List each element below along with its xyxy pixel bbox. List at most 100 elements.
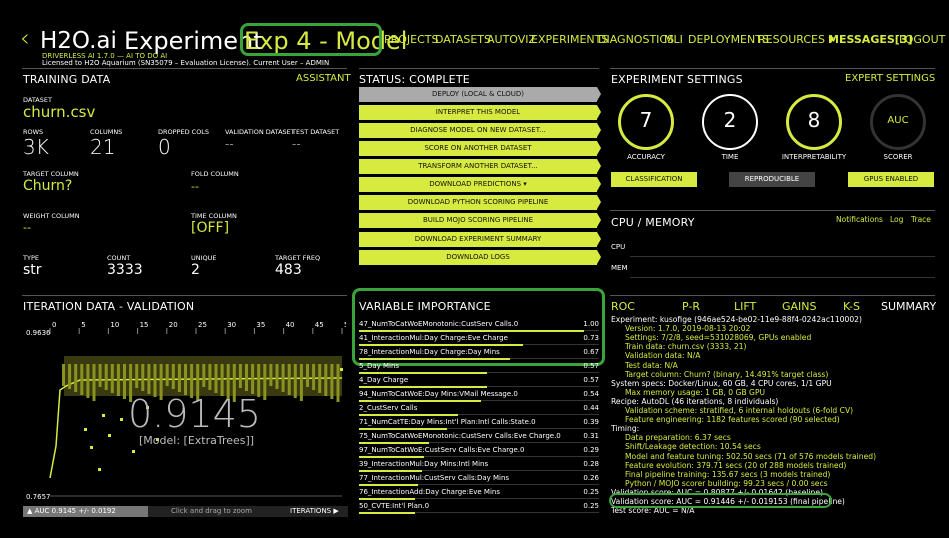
- gpus-enabled-tag[interactable]: GPUS ENABLED: [848, 172, 934, 187]
- variable-row[interactable]: 39_InteractionMul:Day Mins:Intl Mins 0.28: [359, 460, 599, 474]
- x-tick-label: 35: [256, 321, 265, 329]
- nav-logout[interactable]: LOGOUT: [899, 33, 945, 46]
- nav-experiments[interactable]: EXPERIMENTS: [531, 33, 608, 46]
- variable-row[interactable]: 94_NumToCatWoE:Day Mins:VMail Message.0 0…: [359, 390, 599, 404]
- tab-lift[interactable]: LIFT: [734, 300, 756, 313]
- iteration-bar: [312, 364, 316, 390]
- variable-row[interactable]: 78_InteractionMul:Day Charge:Day Mins 0.6…: [359, 348, 599, 362]
- target-column-value[interactable]: Churn?: [23, 178, 72, 194]
- iteration-point: [120, 418, 123, 421]
- iteration-bar: [238, 364, 242, 388]
- score-dataset-button[interactable]: SCORE ON ANOTHER DATASET: [359, 141, 601, 156]
- scorer-value[interactable]: AUC: [870, 115, 926, 126]
- tab-summary[interactable]: SUMMARY: [881, 300, 936, 313]
- nav-projects[interactable]: PROJECTS: [384, 33, 439, 46]
- summary-line: Validation data: N/A: [625, 351, 701, 361]
- interpret-model-button[interactable]: INTERPRET THIS MODEL: [359, 105, 601, 120]
- variable-value: 0.67: [583, 348, 599, 356]
- dropped-cols-value[interactable]: 0: [158, 135, 171, 159]
- variable-row[interactable]: 4_Day Charge 0.57: [359, 376, 599, 390]
- summary-line: Target column: Churn? (binary, 14.491% t…: [625, 369, 829, 379]
- log-link[interactable]: Log: [890, 215, 903, 224]
- x-tick-label: 5: [81, 321, 85, 329]
- summary-line: Model and feature tuning: 502.50 secs (7…: [625, 451, 877, 461]
- iteration-bar: [110, 364, 114, 393]
- target-column-label: TARGET COLUMN: [23, 170, 79, 178]
- variable-row[interactable]: 75_NumToCatWoEMonotonic:CustServ Calls:E…: [359, 432, 599, 446]
- tab-pr[interactable]: P-R: [682, 300, 700, 313]
- target-freq-label: TARGET FREQ: [275, 254, 321, 262]
- reproducible-tag[interactable]: REPRODUCIBLE: [729, 172, 815, 187]
- dataset-name[interactable]: churn.csv: [23, 103, 95, 121]
- trace-link[interactable]: Trace: [911, 215, 931, 224]
- unique-label: UNIQUE: [191, 254, 217, 262]
- divider: [610, 68, 935, 69]
- license-info: Licensed to H2O Aquarium (SN35079 – Eval…: [42, 59, 330, 67]
- download-summary-button[interactable]: DOWNLOAD EXPERIMENT SUMMARY: [359, 232, 601, 247]
- variable-value: 0.25: [583, 502, 599, 510]
- iteration-bar: [141, 364, 145, 391]
- variable-bar: [359, 442, 429, 444]
- variable-bar: [359, 330, 584, 332]
- iteration-bar: [165, 364, 169, 386]
- divider: [22, 295, 347, 296]
- weight-column-value[interactable]: --: [23, 221, 31, 234]
- nav-autoviz[interactable]: AUTOVIZ: [487, 33, 536, 46]
- variable-importance-title: VARIABLE IMPORTANCE: [359, 300, 491, 313]
- nav-diagnostics[interactable]: DIAGNOSTICS: [598, 33, 674, 46]
- variable-bar: [359, 414, 458, 416]
- variable-row[interactable]: 47_NumToCatWoEMonotonic:CustServ Calls.0…: [359, 320, 599, 334]
- download-python-pipeline-button[interactable]: DOWNLOAD PYTHON SCORING PIPELINE: [359, 195, 601, 210]
- deploy-button[interactable]: DEPLOY (LOCAL & CLOUD): [359, 87, 601, 102]
- variable-row[interactable]: 76_InteractionAdd:Day Charge:Eve Mins 0.2…: [359, 488, 599, 502]
- variable-value: 0.57: [583, 362, 599, 370]
- brand-logo: H2O.ai: [40, 28, 117, 54]
- classification-tag[interactable]: CLASSIFICATION: [611, 172, 697, 187]
- variable-row[interactable]: 5_Day Mins 0.57: [359, 362, 599, 376]
- notifications-link[interactable]: Notifications: [836, 215, 883, 224]
- tab-ks[interactable]: K-S: [843, 300, 860, 313]
- variable-row[interactable]: 41_InteractionMul:Day Charge:Eve Charge 0…: [359, 334, 599, 348]
- y-max-label: 0.9636: [26, 329, 51, 337]
- nav-resources[interactable]: RESOURCES ▾: [758, 33, 834, 46]
- variable-name: 5_Day Mins: [359, 362, 400, 370]
- divider: [610, 295, 935, 296]
- time-column-value[interactable]: [OFF]: [191, 220, 229, 236]
- nav-mli[interactable]: MLI: [664, 33, 683, 46]
- tab-gains[interactable]: GAINS: [782, 300, 817, 313]
- download-logs-button[interactable]: DOWNLOAD LOGS: [359, 250, 601, 265]
- variable-name: 71_NumCatTE:Day Mins:Int'l Plan:Intl Cal…: [359, 418, 536, 426]
- variable-name: 97_NumToCatWoE:CustServ Calls:Eve Charge…: [359, 446, 525, 454]
- transform-dataset-button[interactable]: TRANSFORM ANOTHER DATASET...: [359, 159, 601, 174]
- expert-settings-link[interactable]: EXPERT SETTINGS: [845, 73, 935, 84]
- tab-roc[interactable]: ROC: [611, 300, 635, 313]
- variable-value: 0.31: [583, 432, 599, 440]
- variable-bar: [359, 512, 416, 514]
- x-tick-label: 45: [315, 321, 324, 329]
- variable-name: 75_NumToCatWoEMonotonic:CustServ Calls:E…: [359, 432, 561, 440]
- iteration-bar: [171, 364, 175, 389]
- zoom-hint: Click and drag to zoom: [171, 507, 252, 515]
- variable-row[interactable]: 97_NumToCatWoE:CustServ Calls:Eve Charge…: [359, 446, 599, 460]
- variable-row[interactable]: 50_CVTE:Int'l Plan.0 0.25: [359, 502, 599, 516]
- back-chevron-icon[interactable]: ‹: [20, 26, 30, 50]
- download-predictions-button[interactable]: DOWNLOAD PREDICTIONS ▾: [359, 177, 601, 192]
- type-value: str: [23, 262, 42, 278]
- diagnose-model-button[interactable]: DIAGNOSE MODEL ON NEW DATASET...: [359, 123, 601, 138]
- accuracy-label: ACCURACY: [627, 153, 665, 161]
- fold-column-value[interactable]: --: [191, 180, 199, 193]
- nav-datasets[interactable]: DATASETS: [435, 33, 491, 46]
- variable-value: 0.73: [583, 334, 599, 342]
- variable-row[interactable]: 77_InteractionMul:CustServ Calls:Day Min…: [359, 474, 599, 488]
- fold-column-label: FOLD COLUMN: [191, 170, 239, 178]
- nav-deployments[interactable]: DEPLOYMENTS: [688, 33, 769, 46]
- variable-row[interactable]: 2_CustServ Calls 0.44: [359, 404, 599, 418]
- count-label: COUNT: [107, 254, 131, 262]
- iterations-toggle[interactable]: ITERATIONS ▶: [290, 507, 339, 515]
- assistant-link[interactable]: ASSISTANT: [296, 73, 351, 84]
- build-mojo-pipeline-button[interactable]: BUILD MOJO SCORING PIPELINE: [359, 213, 601, 228]
- x-tick-label: 30: [227, 321, 236, 329]
- variable-row[interactable]: 71_NumCatTE:Day Mins:Int'l Plan:Intl Cal…: [359, 418, 599, 432]
- cpu-track: [630, 256, 935, 257]
- summary-line: Python / MOJO scorer building: 99.23 sec…: [625, 478, 828, 488]
